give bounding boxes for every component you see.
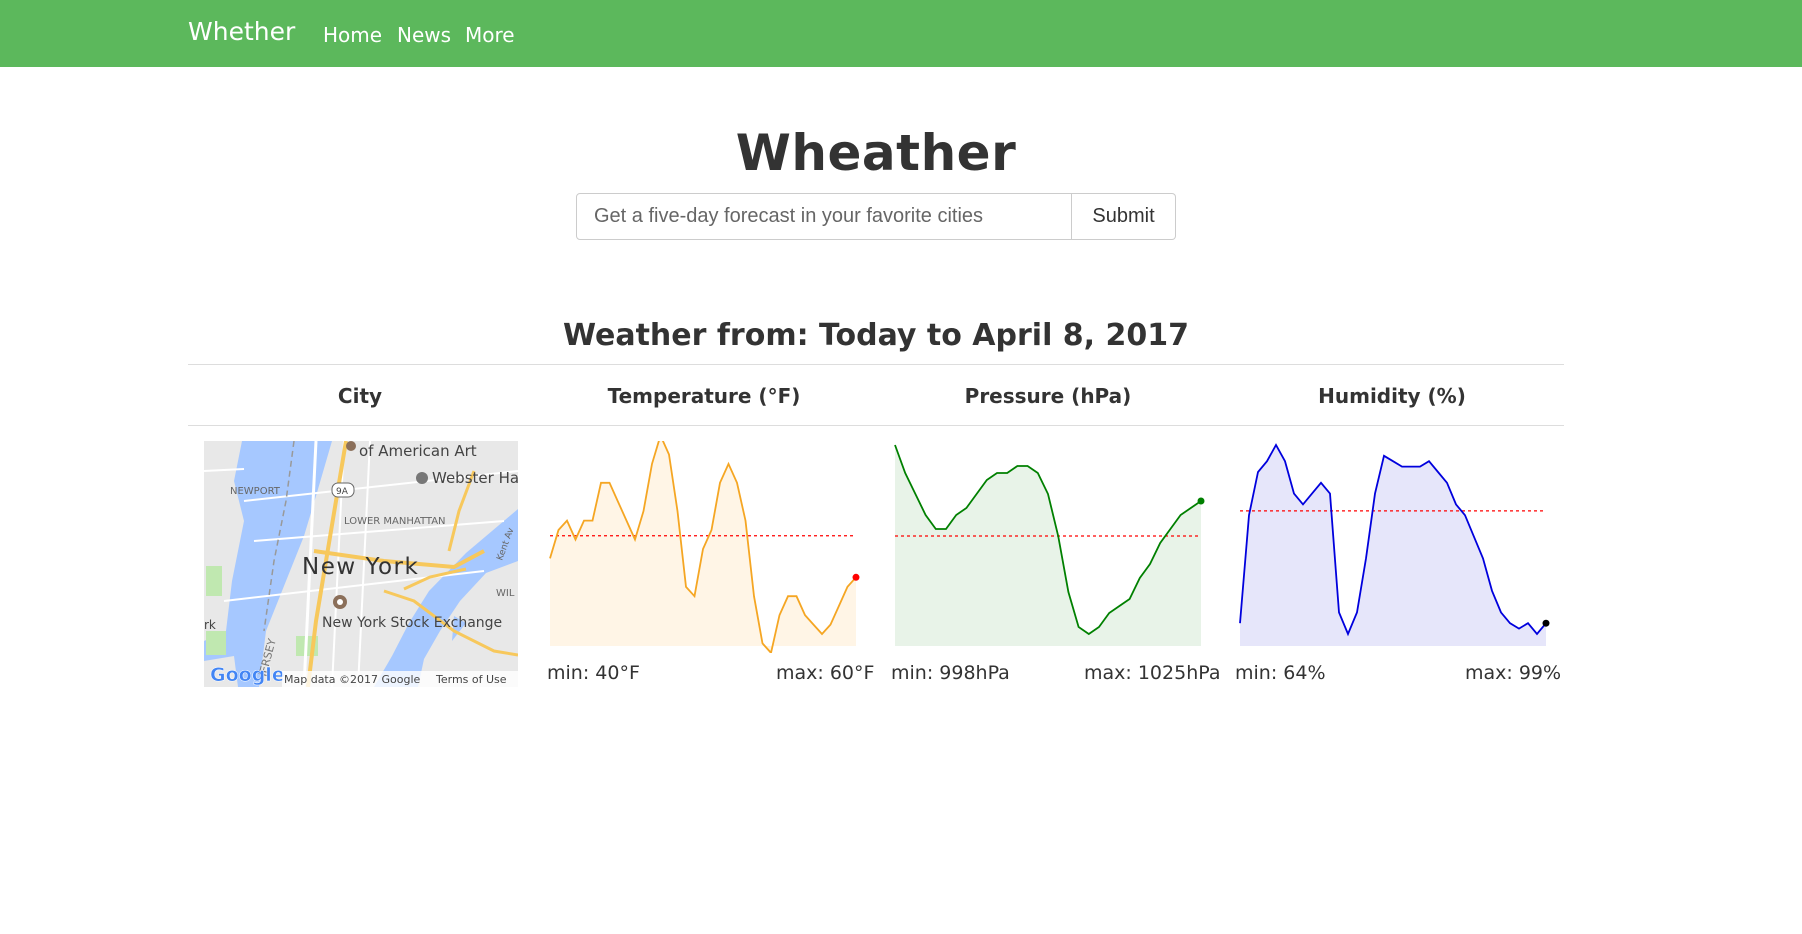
submit-button[interactable]: Submit (1072, 193, 1176, 240)
map-label-nyse: New York Stock Exchange (322, 615, 502, 631)
map-label-webster: Webster Ha (432, 469, 518, 487)
brand-link[interactable]: Whether (188, 17, 295, 46)
humidity-min: min: 64% (1235, 662, 1326, 684)
pressure-max: max: 1025hPa (1084, 662, 1221, 684)
map-label-museum: of American Art (359, 442, 477, 460)
nav-link-news[interactable]: News (397, 23, 451, 47)
temperature-min: min: 40°F (547, 662, 640, 684)
temperature-max: max: 60°F (776, 662, 875, 684)
pressure-chart (894, 444, 1205, 646)
pressure-min: min: 998hPa (891, 662, 1010, 684)
humidity-area (1240, 445, 1546, 646)
city-search-input[interactable] (576, 193, 1072, 240)
header-humidity: Humidity (%) (1318, 384, 1466, 408)
city-map[interactable]: of American Art Webster Ha NEWPORT 9A LO… (204, 441, 518, 687)
weather-range-heading: Weather from: Today to April 8, 2017 (562, 318, 1190, 353)
header-temperature: Temperature (°F) (607, 384, 801, 408)
humidity-end-dot (1542, 619, 1550, 627)
pressure-area (895, 445, 1201, 646)
map-label-city: New York (302, 554, 419, 580)
pressure-end-dot (1197, 497, 1205, 505)
nav-link-home[interactable]: Home (323, 23, 382, 47)
page-title: Wheather (735, 124, 1017, 182)
header-city: City (337, 384, 383, 408)
google-logo: Google (210, 664, 285, 686)
map-label-newport: NEWPORT (230, 486, 281, 497)
map-terms-link[interactable]: Terms of Use (435, 673, 507, 686)
table-top-rule (188, 364, 1564, 365)
map-label-rk: rk (204, 618, 216, 632)
temperature-end-dot (852, 573, 860, 581)
map-label-route: 9A (336, 487, 349, 497)
nav-link-more[interactable]: More (465, 23, 515, 47)
header-pressure: Pressure (hPa) (964, 384, 1132, 408)
navbar: Whether Home News More (0, 0, 1802, 67)
map-attribution: Map data ©2017 Google (284, 673, 420, 686)
table-header-rule (188, 425, 1564, 426)
map-graphic: of American Art Webster Ha NEWPORT 9A LO… (204, 441, 518, 687)
temperature-chart (549, 441, 860, 653)
humidity-chart (1239, 443, 1550, 646)
map-label-lower-manhattan: LOWER MANHATTAN (344, 516, 446, 527)
map-label-wil: WIL (496, 588, 515, 599)
humidity-max: max: 99% (1465, 662, 1562, 684)
